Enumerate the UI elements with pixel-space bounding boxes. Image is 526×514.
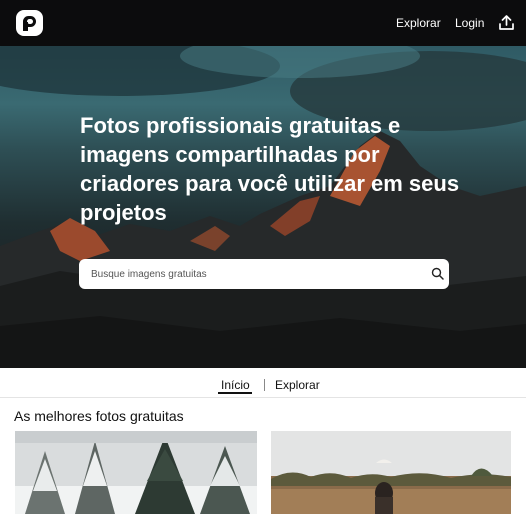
search-input[interactable] xyxy=(91,268,411,281)
nav-login-link[interactable]: Login xyxy=(455,16,484,30)
hero-banner: Fotos profissionais gratuitas e imagens … xyxy=(0,46,526,368)
photo-card-snowy-forest[interactable] xyxy=(15,431,257,514)
hero-title: Fotos profissionais gratuitas e imagens … xyxy=(80,113,460,225)
pexels-logo-icon[interactable] xyxy=(16,10,43,36)
upload-icon[interactable] xyxy=(498,14,515,31)
section-title: As melhores fotos gratuitas xyxy=(14,408,184,424)
tab-explorar[interactable]: Explorar xyxy=(275,378,320,392)
search-icon[interactable] xyxy=(431,267,444,280)
photo-card-woman-field[interactable] xyxy=(271,431,511,514)
tab-divider xyxy=(264,379,265,391)
photo-image xyxy=(271,431,511,514)
content-tabs: Início Explorar xyxy=(0,368,526,398)
tab-inicio[interactable]: Início xyxy=(221,378,250,392)
active-tab-indicator xyxy=(218,392,252,394)
search-bar xyxy=(79,259,449,289)
nav-explore-link[interactable]: Explorar xyxy=(396,16,441,30)
photo-image xyxy=(15,431,257,514)
top-navbar: Explorar Login xyxy=(0,0,526,46)
